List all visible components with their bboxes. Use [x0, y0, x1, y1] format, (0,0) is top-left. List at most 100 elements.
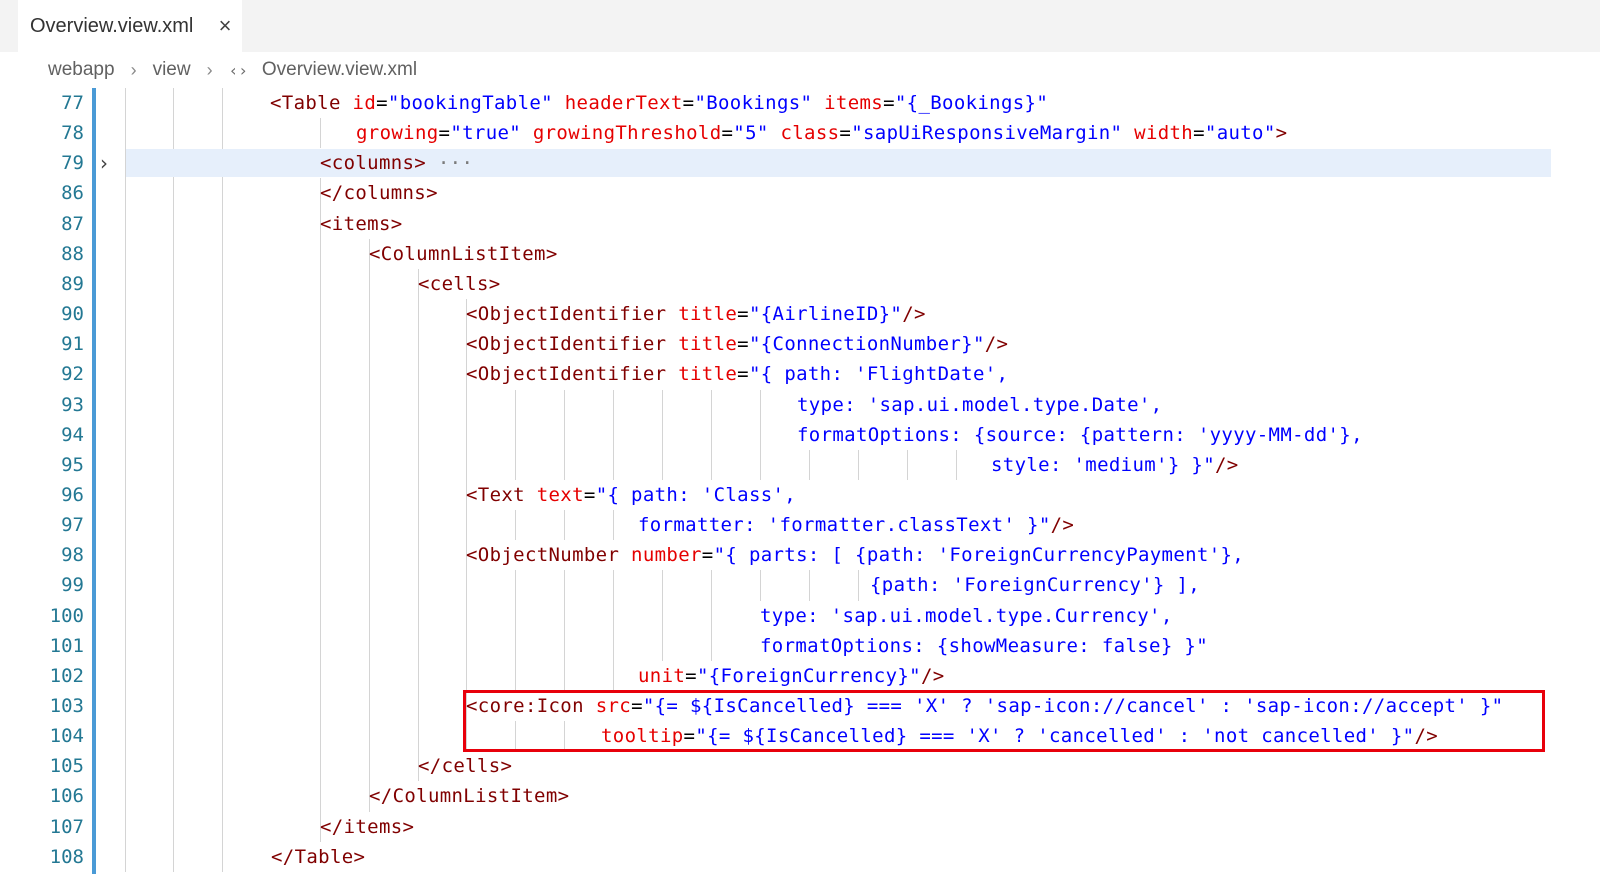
code-text: <ObjectIdentifier title="{AirlineID}"/> [466, 299, 926, 329]
token-tag: <Table [270, 92, 353, 114]
line-number: 102 [49, 664, 84, 687]
tab-label: Overview.view.xml [30, 14, 194, 37]
token-val: "{ path: 'FlightDate', [748, 363, 1009, 386]
token-attr: text [536, 483, 584, 506]
highlight-box [463, 690, 1545, 752]
code-text: <Table id="bookingTable" headerText="Boo… [270, 88, 1048, 118]
code-line[interactable]: 102 unit="{ForeignCurrency}"/> [0, 661, 1600, 691]
token-tag: /> [1050, 514, 1075, 537]
line-number: 103 [49, 695, 84, 717]
token-val: "{_Bookings}" [894, 92, 1049, 114]
token-val: formatOptions: {showMeasure: false} }" [760, 634, 1208, 657]
code-text: formatOptions: {showMeasure: false} }" [760, 631, 1208, 661]
code-line[interactable]: 106 </ColumnListItem> [0, 781, 1600, 811]
token-val: "5" [733, 122, 769, 145]
breadcrumb-item-view[interactable]: view [153, 59, 191, 81]
token-tag: > [1275, 122, 1288, 145]
code-text: formatter: 'formatter.classText' }"/> [638, 510, 1074, 540]
code-text: <ObjectIdentifier title="{ path: 'Flight… [466, 359, 1008, 389]
code-line[interactable]: 91 <ObjectIdentifier title="{ConnectionNu… [0, 329, 1600, 359]
code-line[interactable]: 93 type: 'sap.ui.model.type.Date', [0, 390, 1600, 420]
token-tag: <ObjectIdentifier [466, 333, 679, 356]
code-line[interactable]: 99 {path: 'ForeignCurrency'} ], [0, 570, 1600, 600]
token-attr: id [352, 92, 377, 114]
token-plain: = [883, 92, 895, 114]
token-tag: </cells> [418, 755, 513, 778]
token-plain: = [721, 122, 734, 145]
line-number: 88 [61, 242, 84, 265]
code-line[interactable]: 100 type: 'sap.ui.model.type.Currency', [0, 601, 1600, 631]
code-text: <ObjectIdentifier title="{ConnectionNumb… [466, 329, 1008, 359]
code-line[interactable]: 88 <ColumnListItem> [0, 239, 1600, 269]
code-text: <ColumnListItem> [369, 239, 558, 269]
token-attr: number [631, 544, 702, 567]
token-attr: width [1134, 122, 1194, 145]
code-line[interactable]: 89 <cells> [0, 269, 1600, 299]
code-line[interactable]: 86 </columns> [0, 178, 1600, 208]
code-text: type: 'sap.ui.model.type.Date', [797, 390, 1162, 420]
token-val: type: 'sap.ui.model.type.Date', [797, 393, 1163, 416]
code-line[interactable]: 90 <ObjectIdentifier title="{AirlineID}"/… [0, 299, 1600, 329]
line-number: 95 [61, 453, 84, 476]
line-number: 94 [61, 423, 84, 446]
code-line[interactable]: 101 formatOptions: {showMeasure: false} }… [0, 631, 1600, 661]
close-icon[interactable]: × [212, 13, 238, 39]
token-attr: class [780, 122, 840, 145]
code-line[interactable]: 78 growing="true" growingThreshold="5" cl… [0, 118, 1600, 148]
code-line[interactable]: 94 formatOptions: {source: {pattern: 'yyy… [0, 420, 1600, 450]
line-number: 98 [61, 544, 84, 567]
code-line[interactable]: 97 formatter: 'formatter.classText' }"/> [0, 510, 1600, 540]
chevron-right-icon[interactable]: › [100, 148, 108, 178]
code-text: <ObjectNumber number="{ parts: [ {path: … [466, 540, 1244, 570]
code-text: type: 'sap.ui.model.type.Currency', [760, 601, 1173, 631]
code-line[interactable]: 96 <Text text="{ path: 'Class', [0, 480, 1600, 510]
code-line[interactable]: › 79 <columns> ··· [0, 148, 1600, 178]
token-attr: items [824, 92, 884, 114]
code-line[interactable]: 77 <Table id="bookingTable" headerText="B… [0, 88, 1600, 118]
token-attr: growingThreshold [532, 122, 722, 145]
token-tag: </ColumnListItem> [369, 785, 570, 808]
token-plain: = [737, 363, 749, 386]
token-fold-dots: ··· [426, 152, 474, 175]
token-tag: /> [984, 333, 1009, 356]
code-line[interactable]: 107 </items> [0, 812, 1600, 842]
code-text: <items> [320, 209, 403, 239]
token-tag: <ObjectNumber [466, 544, 632, 567]
breadcrumb-item-file[interactable]: Overview.view.xml [262, 59, 417, 81]
token-plain: = [685, 664, 697, 687]
code-line[interactable]: 95 style: 'medium'} }"/> [0, 450, 1600, 480]
code-line[interactable]: 108 </Table> [0, 842, 1600, 872]
token-tag: <ObjectIdentifier [466, 303, 679, 326]
token-tag: <ObjectIdentifier [466, 363, 679, 386]
token-val: "auto" [1204, 122, 1276, 145]
breadcrumb-item-webapp[interactable]: webapp [48, 59, 115, 81]
line-number: 77 [61, 92, 84, 114]
token-attr: unit [638, 664, 686, 687]
code-line[interactable]: 87 <items> [0, 209, 1600, 239]
token-val: "{ parts: [ {path: 'ForeignCurrencyPayme… [713, 544, 1245, 567]
token-tag: <items> [320, 212, 403, 235]
code-text: </Table> [271, 842, 365, 872]
line-number: 101 [49, 634, 84, 657]
code-text: </items> [320, 812, 414, 842]
token-plain: = [701, 544, 714, 567]
line-number: 78 [61, 122, 84, 145]
code-text: </cells> [418, 751, 512, 781]
code-line[interactable]: 98 <ObjectNumber number="{ parts: [ {path… [0, 540, 1600, 570]
code-line[interactable]: 105 </cells> [0, 751, 1600, 781]
token-val: "{ForeignCurrency}" [696, 664, 921, 687]
token-val: style: 'medium'} }" [991, 453, 1215, 476]
code-line[interactable]: 92 <ObjectIdentifier title="{ path: 'Flig… [0, 359, 1600, 389]
token-attr: growing [356, 122, 439, 145]
token-tag: <ColumnListItem> [369, 242, 558, 265]
line-number: 79 [61, 152, 84, 175]
token-tag: <Text [466, 483, 537, 506]
code-text: <Text text="{ path: 'Class', [466, 480, 796, 510]
token-plain: = [583, 483, 596, 506]
line-number: 99 [61, 574, 84, 597]
tab-overview-view-xml[interactable]: Overview.view.xml × [18, 0, 242, 52]
